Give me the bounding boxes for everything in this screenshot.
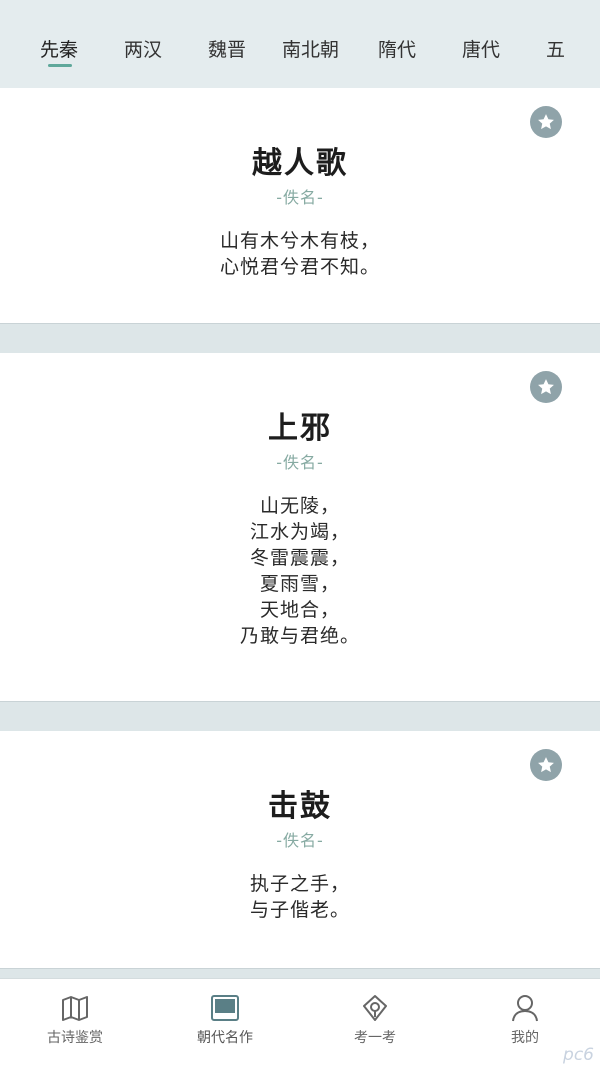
active-tab-indicator — [48, 64, 72, 67]
tab-xianqin[interactable]: 先秦 — [40, 38, 78, 62]
poem-author: -佚名- — [276, 188, 324, 207]
poem-card[interactable]: 击鼓 -佚名- 执子之手， 与子偕老。 — [0, 731, 600, 968]
nav-kao-yi-kao[interactable]: 考一考 — [300, 989, 450, 1059]
user-icon — [512, 995, 538, 1022]
poem-line: 天地合， — [259, 599, 340, 621]
tab-nanbeichao[interactable]: 南北朝 — [282, 38, 339, 62]
nav-label: 朝代名作 — [197, 1030, 253, 1046]
poem-line: 冬雷震震， — [249, 547, 350, 569]
nav-chaodai-mingzuo[interactable]: 朝代名作 — [150, 989, 300, 1059]
poem-line: 心悦君兮君不知。 — [219, 256, 380, 278]
dynasty-tabs: 先秦 两汉 魏晋 南北朝 隋代 唐代 五 — [0, 0, 600, 88]
nav-label: 我的 — [511, 1030, 539, 1046]
poem-line: 与子偕老。 — [249, 899, 350, 921]
quiz-badge-icon — [363, 995, 387, 1021]
poem-line: 执子之手， — [249, 873, 350, 895]
favorite-star-icon[interactable] — [530, 106, 562, 138]
tab-wu[interactable]: 五 — [546, 38, 565, 62]
nav-label: 考一考 — [354, 1030, 396, 1046]
nav-gushi-jianshang[interactable]: 古诗鉴赏 — [0, 989, 150, 1059]
poem-card[interactable]: 越人歌 -佚名- 山有木兮木有枝， 心悦君兮君不知。 — [0, 88, 600, 323]
tab-weijin[interactable]: 魏晋 — [208, 38, 246, 62]
album-icon — [211, 995, 239, 1021]
poem-title: 越人歌 — [252, 146, 348, 181]
poem-card[interactable]: 上邪 -佚名- 山无陵， 江水为竭， 冬雷震震， 夏雨雪， 天地合， 乃敢与君绝… — [0, 353, 600, 701]
tab-tangdai[interactable]: 唐代 — [462, 38, 500, 62]
poem-line: 江水为竭， — [249, 521, 350, 543]
poem-body: 山有木兮木有枝， 心悦君兮君不知。 — [0, 228, 600, 280]
favorite-star-icon[interactable] — [530, 371, 562, 403]
poem-line: 夏雨雪， — [259, 573, 340, 595]
poem-title: 上邪 — [268, 411, 332, 446]
watermark-logo: pc6 — [563, 1045, 594, 1065]
poem-line: 山无陵， — [259, 495, 340, 517]
poem-author: -佚名- — [276, 453, 324, 472]
nav-label: 古诗鉴赏 — [47, 1030, 103, 1046]
poem-line: 乃敢与君绝。 — [239, 625, 360, 647]
poem-feed[interactable]: 越人歌 -佚名- 山有木兮木有枝， 心悦君兮君不知。 上邪 -佚名- 山无陵， … — [0, 88, 600, 978]
poem-line: 山有木兮木有枝， — [219, 230, 380, 252]
book-map-icon — [62, 996, 88, 1021]
tab-suidai[interactable]: 隋代 — [378, 38, 416, 62]
poem-body: 山无陵， 江水为竭， 冬雷震震， 夏雨雪， 天地合， 乃敢与君绝。 — [0, 493, 600, 649]
poem-title: 击鼓 — [268, 789, 332, 824]
bottom-nav: 古诗鉴赏 朝代名作 考一考 我的 pc6 — [0, 978, 600, 1071]
dynasty-tab-bar: 先秦 两汉 魏晋 南北朝 隋代 唐代 五 — [0, 0, 600, 88]
favorite-star-icon[interactable] — [530, 749, 562, 781]
poem-body: 执子之手， 与子偕老。 — [0, 871, 600, 923]
poem-author: -佚名- — [276, 831, 324, 850]
tab-lianghan[interactable]: 两汉 — [124, 38, 162, 62]
